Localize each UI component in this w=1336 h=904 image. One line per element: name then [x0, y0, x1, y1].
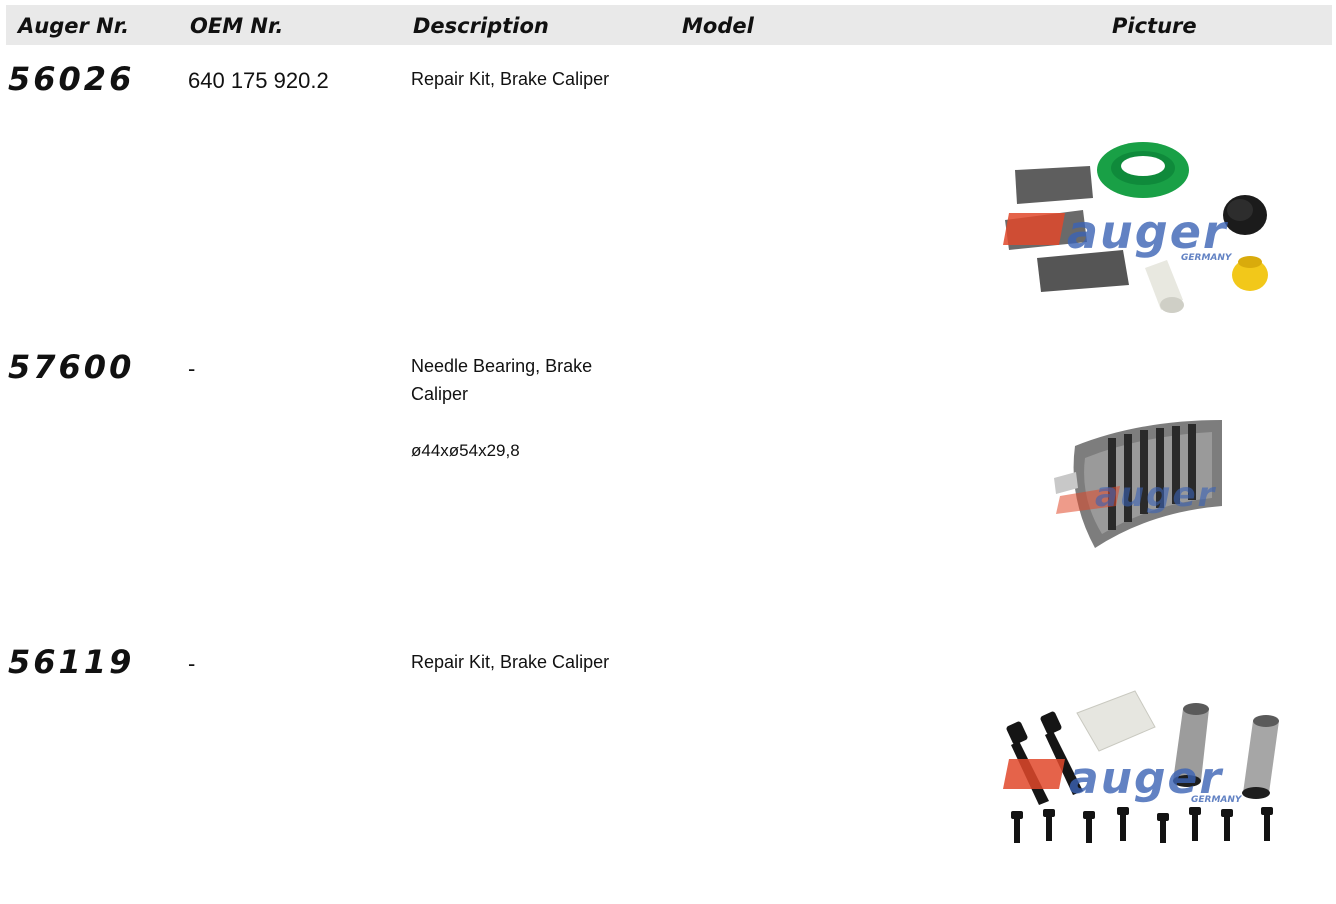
oem-number: -: [188, 356, 196, 381]
table-row: 56026 640 175 920.2 Repair Kit, Brake Ca…: [0, 60, 1336, 313]
header-oem-nr: OEM Nr.: [190, 14, 284, 38]
svg-text:auger: auger: [1095, 475, 1217, 515]
description: Repair Kit, Brake Caliper: [411, 652, 610, 672]
header-description: Description: [413, 14, 549, 38]
svg-text:auger: auger: [1067, 205, 1229, 259]
header-picture: Picture: [1112, 14, 1197, 38]
oem-number: 640 175 920.2: [188, 68, 329, 93]
table-row: 57600 - Needle Bearing, Brake Caliper ø4…: [0, 348, 1336, 598]
dimension-spec: ø44xø54x29,8: [411, 441, 520, 460]
needle-bearing-image[interactable]: auger: [1040, 408, 1240, 578]
auger-number[interactable]: 57600: [8, 348, 134, 386]
repair-kit-seals-image[interactable]: auger GERMANY: [995, 100, 1295, 315]
table-header: Auger Nr. OEM Nr. Description Model Pict…: [6, 5, 1332, 45]
oem-number: -: [188, 651, 196, 676]
header-auger-nr: Auger Nr.: [18, 14, 130, 38]
auger-number[interactable]: 56026: [8, 60, 134, 98]
description: Repair Kit, Brake Caliper: [411, 69, 610, 89]
table-row: 56119 - Repair Kit, Brake Caliper auger …: [0, 643, 1336, 893]
header-model: Model: [682, 14, 754, 38]
svg-text:GERMANY: GERMANY: [1191, 795, 1243, 805]
repair-kit-bolts-image[interactable]: auger GERMANY: [995, 683, 1295, 863]
auger-number[interactable]: 56119: [8, 643, 134, 681]
description: Needle Bearing, Brake Caliper: [411, 356, 593, 404]
svg-text:GERMANY: GERMANY: [1181, 253, 1233, 263]
